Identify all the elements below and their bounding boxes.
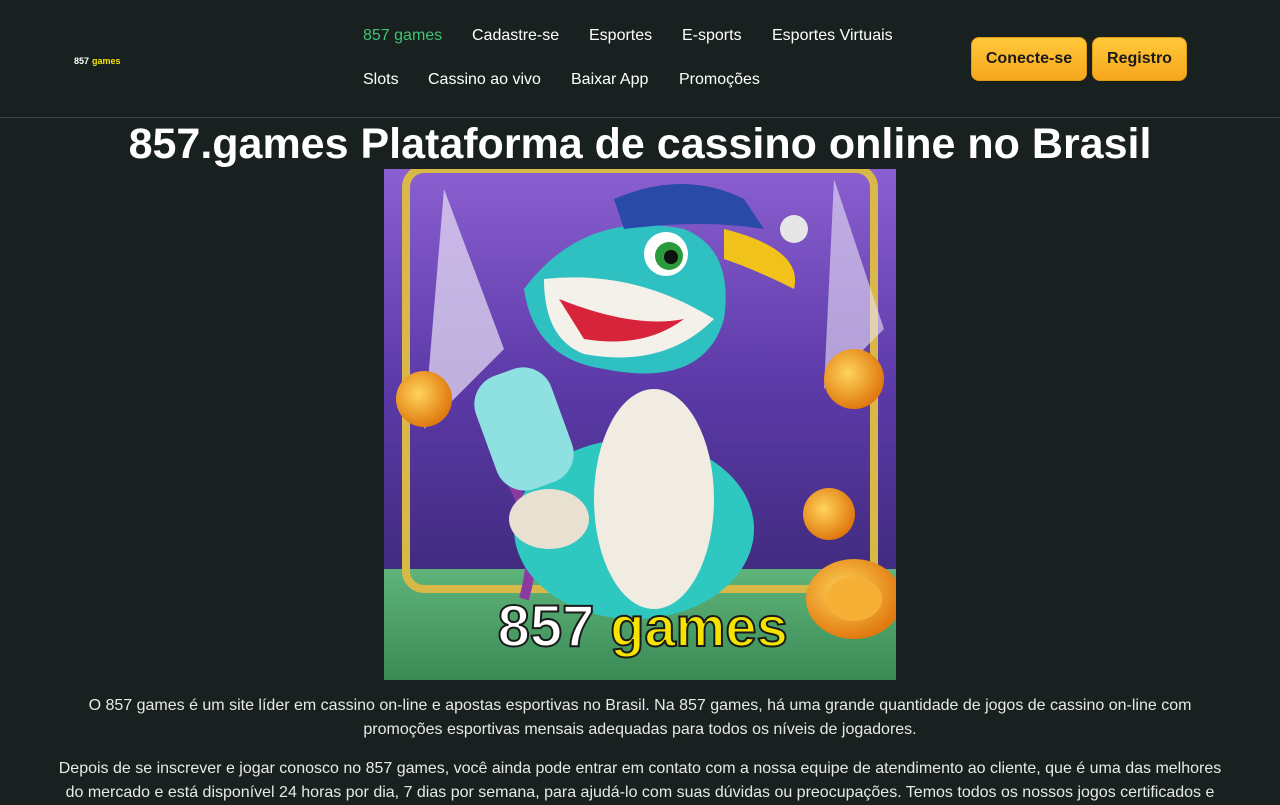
- page-title: 857.games Plataforma de cassino online n…: [128, 120, 1152, 168]
- login-button[interactable]: Conecte-se: [971, 37, 1087, 81]
- nav-item-slots[interactable]: Slots: [363, 71, 399, 89]
- site-logo[interactable]: 857 games: [74, 56, 121, 66]
- nav-item-esports[interactable]: E-sports: [682, 27, 742, 45]
- intro-paragraph-line-1: O 857 games é um site líder em cassino o…: [88, 697, 1192, 714]
- hero-banner-image: 857 games: [384, 169, 896, 680]
- nav-item-home[interactable]: 857 games: [363, 27, 442, 45]
- nav-item-cadastre[interactable]: Cadastre-se: [472, 27, 559, 45]
- nav-item-baixar-app[interactable]: Baixar App: [571, 71, 648, 89]
- hero-number-text: 857: [498, 594, 595, 659]
- support-paragraph-line-2: do mercado e está disponível 24 horas po…: [65, 784, 1215, 801]
- support-paragraph-line-1: Depois de se inscrever e jogar conosco n…: [58, 760, 1222, 777]
- nav-item-esportes-virtuais[interactable]: Esportes Virtuais: [772, 27, 893, 45]
- nav-item-esportes[interactable]: Esportes: [589, 27, 652, 45]
- site-header: 857 games 857 games Cadastre-se Esportes …: [0, 0, 1280, 118]
- nav-item-promocoes[interactable]: Promoções: [679, 71, 760, 89]
- nav-item-cassino-ao-vivo[interactable]: Cassino ao vivo: [428, 71, 541, 89]
- register-button[interactable]: Registro: [1092, 37, 1187, 81]
- intro-paragraph-line-2: promoções esportivas mensais adequadas p…: [363, 721, 917, 738]
- hero-word-text: games: [610, 595, 787, 658]
